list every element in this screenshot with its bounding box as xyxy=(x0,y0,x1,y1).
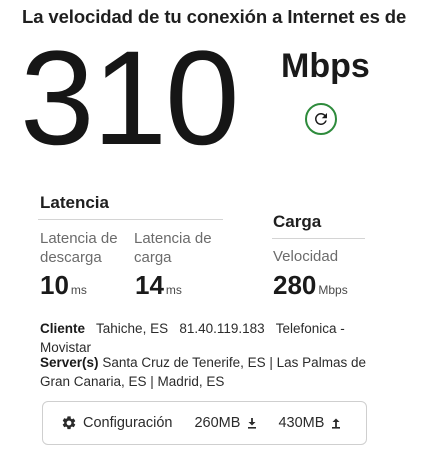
refresh-button[interactable] xyxy=(305,103,337,135)
upload-speed-value: 280 xyxy=(273,270,317,300)
server-info: Server(s) Santa Cruz de Tenerife, ES | L… xyxy=(40,353,380,391)
upload-latency-readout: 14 ms xyxy=(135,270,182,301)
download-latency-label: Latencia de descarga xyxy=(40,230,118,266)
download-speed-unit: Mbps xyxy=(281,47,370,85)
download-latency-readout: 10 ms xyxy=(40,270,87,301)
client-info: Cliente Tahiche, ES 81.40.119.183 Telefo… xyxy=(40,319,380,357)
download-speed-value: 310 xyxy=(20,24,240,173)
upload-section-title: Carga xyxy=(273,212,322,231)
servers-label: Server(s) xyxy=(40,355,99,370)
settings-button[interactable]: Configuración 260MB 430MB xyxy=(42,401,367,445)
upload-latency-label: Latencia de carga xyxy=(134,230,212,266)
client-location: Tahiche, ES xyxy=(96,321,169,336)
gear-icon xyxy=(62,416,76,430)
latency-section-title: Latencia xyxy=(40,193,109,212)
upload-latency-unit: ms xyxy=(165,283,182,297)
download-data-value: 260MB xyxy=(194,415,241,431)
upload-icon xyxy=(332,418,341,429)
upload-speed-readout: 280 Mbps xyxy=(273,270,348,301)
upload-divider xyxy=(272,238,365,239)
upload-data-value: 430MB xyxy=(278,415,325,431)
download-latency-unit: ms xyxy=(70,283,87,297)
upload-speed-label: Velocidad xyxy=(273,248,339,265)
download-latency-value: 10 xyxy=(40,270,69,300)
upload-latency-value: 14 xyxy=(135,270,164,300)
download-icon xyxy=(248,418,257,429)
client-ip: 81.40.119.183 xyxy=(179,321,265,336)
client-label: Cliente xyxy=(40,321,86,336)
latency-divider xyxy=(38,219,223,220)
refresh-icon xyxy=(314,113,327,125)
upload-speed-unit: Mbps xyxy=(318,283,348,297)
settings-label: Configuración xyxy=(83,415,173,431)
